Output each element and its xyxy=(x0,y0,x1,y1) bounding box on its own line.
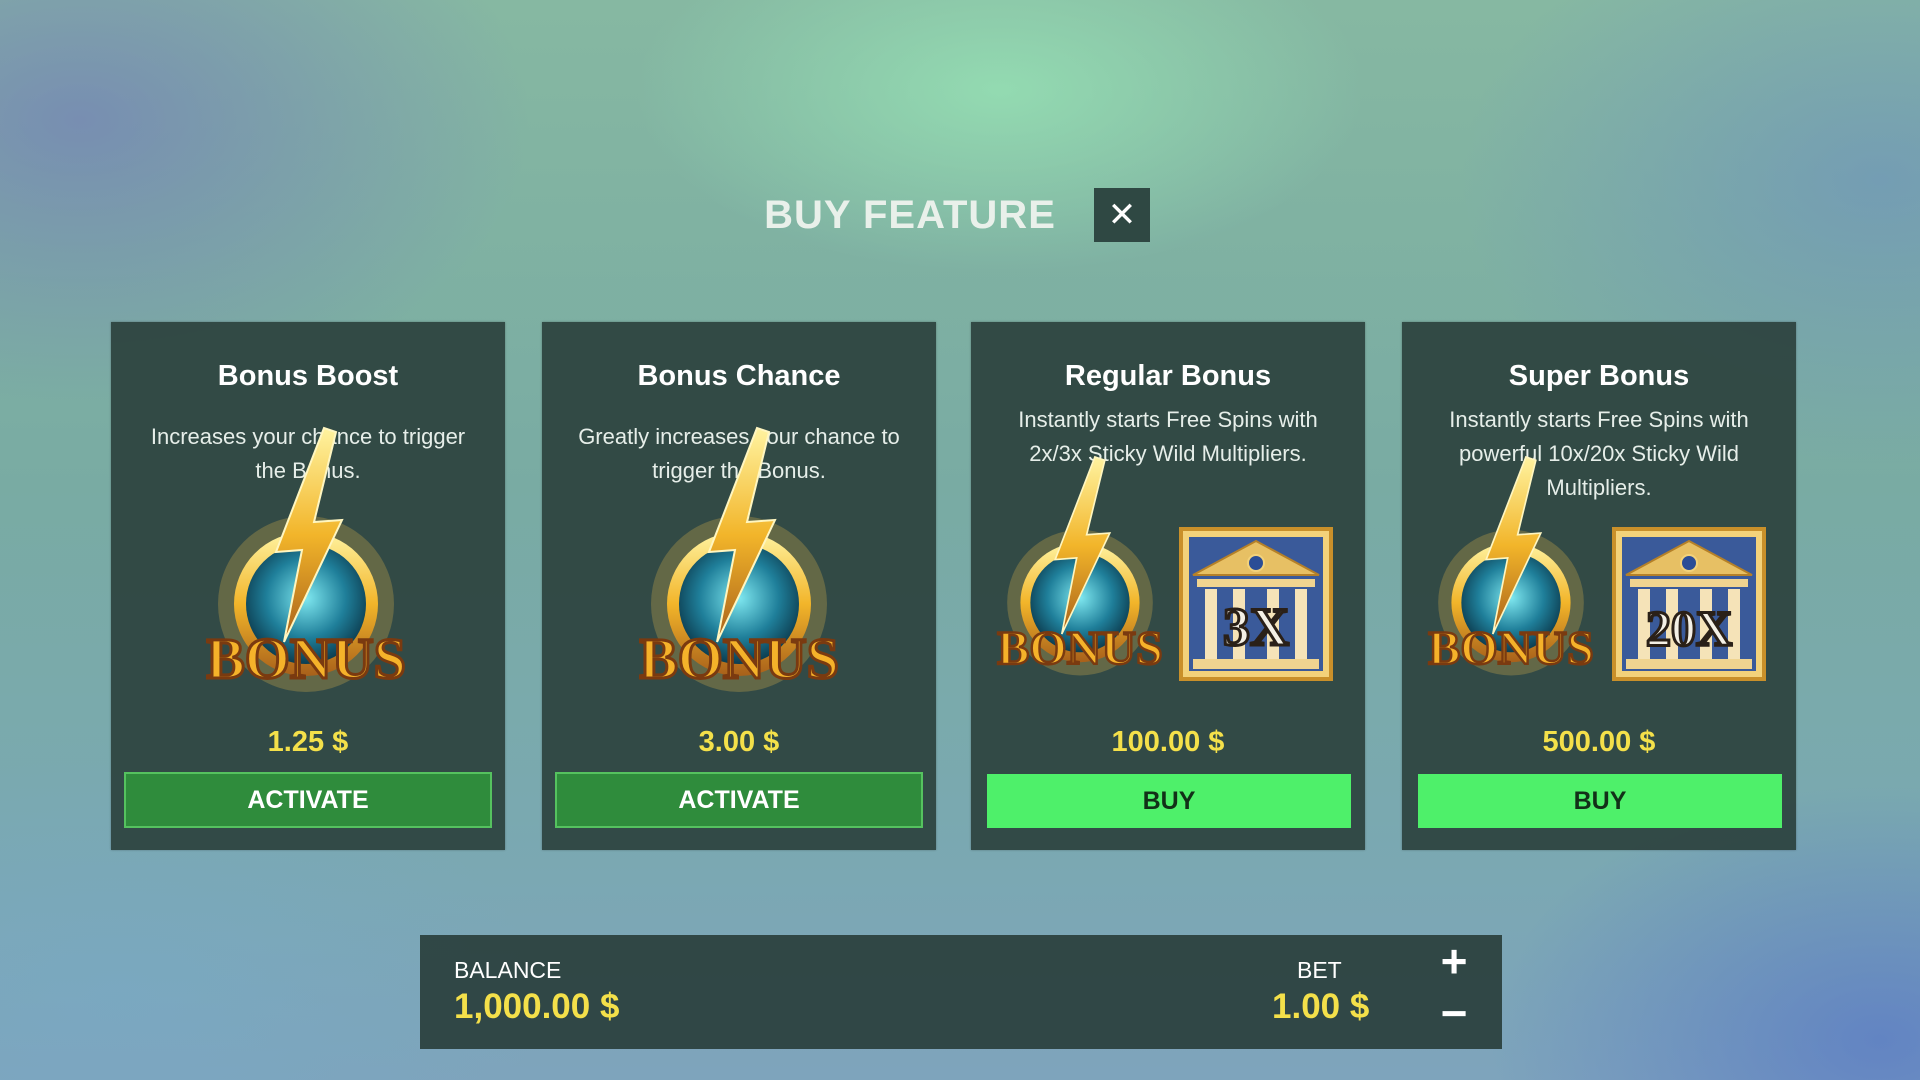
buy-button[interactable]: BUY xyxy=(987,774,1351,828)
card-title: Regular Bonus xyxy=(1064,360,1272,392)
feature-card-bonus-chance: Bonus Chance Greatly increases your chan… xyxy=(542,322,936,850)
buy-button[interactable]: BUY xyxy=(1418,774,1782,828)
multiplier-tile-icon: 3X xyxy=(1179,527,1333,681)
card-title: Bonus Chance xyxy=(637,360,841,392)
activate-button[interactable]: ACTIVATE xyxy=(555,772,923,828)
svg-text:BONUS: BONUS xyxy=(206,626,406,691)
feature-card-regular-bonus: Regular Bonus Instantly starts Free Spin… xyxy=(971,322,1365,850)
bonus-emblem-icon: BONUS xyxy=(639,422,839,712)
bonus-emblem-icon: BONUS xyxy=(995,452,1165,692)
buy-feature-title: BUY FEATURE xyxy=(764,193,1056,237)
bet-value: 1.00 $ xyxy=(1272,987,1370,1026)
feature-card-super-bonus: Super Bonus Instantly starts Free Spins … xyxy=(1402,322,1796,850)
svg-text:BONUS: BONUS xyxy=(1428,622,1593,675)
card-price: 100.00 $ xyxy=(1111,726,1225,758)
plus-icon: + xyxy=(1440,935,1468,987)
card-price: 3.00 $ xyxy=(698,726,780,758)
multiplier-tile-icon: 20X xyxy=(1612,527,1766,681)
card-title: Bonus Boost xyxy=(217,360,399,392)
svg-text:3X: 3X xyxy=(1223,597,1289,657)
close-icon: ✕ xyxy=(1107,196,1137,234)
card-title: Super Bonus xyxy=(1508,360,1690,392)
feature-card-bonus-boost: Bonus Boost Increases your chance to tri… xyxy=(111,322,505,850)
bonus-emblem-icon: BONUS xyxy=(206,422,406,712)
bet-increase-button[interactable]: + xyxy=(1430,938,1478,985)
svg-text:BONUS: BONUS xyxy=(639,626,839,691)
close-button[interactable]: ✕ xyxy=(1094,188,1150,242)
card-price: 500.00 $ xyxy=(1542,726,1656,758)
bet-decrease-button[interactable]: − xyxy=(1430,990,1478,1037)
balance-label: BALANCE xyxy=(454,957,562,983)
minus-icon: − xyxy=(1440,987,1468,1039)
card-price: 1.25 $ xyxy=(267,726,349,758)
balance-bet-bar: BALANCE 1,000.00 $ BET 1.00 $ + − xyxy=(420,935,1502,1049)
svg-text:20X: 20X xyxy=(1646,600,1732,656)
svg-text:BONUS: BONUS xyxy=(997,622,1162,675)
balance-value: 1,000.00 $ xyxy=(454,987,620,1026)
bonus-emblem-icon: BONUS xyxy=(1426,452,1596,692)
activate-button[interactable]: ACTIVATE xyxy=(124,772,492,828)
bet-label: BET xyxy=(1297,957,1342,983)
